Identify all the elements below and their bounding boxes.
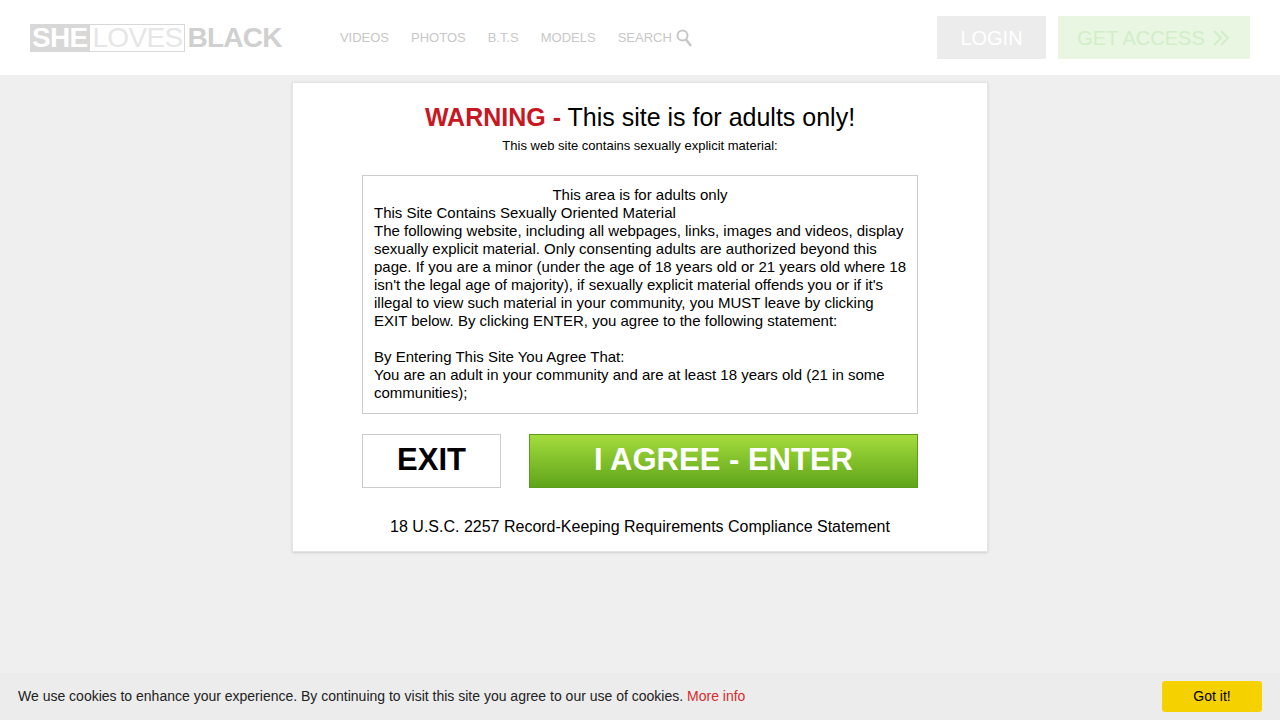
- nav-link[interactable]: PHOTOS: [411, 28, 466, 48]
- nav-link[interactable]: MODELS: [541, 28, 596, 48]
- terms-textarea[interactable]: This area is for adults onlyThis Site Co…: [362, 175, 918, 414]
- page: SHELOVESBLACK VIDEOS PHOTOS B.T.S MODELS SEAR…: [0, 0, 1280, 720]
- get-access-button[interactable]: GET ACCESS: [1058, 16, 1250, 59]
- cookie-accept-button[interactable]: Got it!: [1162, 681, 1262, 712]
- logo-loves: LOVES: [89, 24, 185, 52]
- login-button[interactable]: LOGIN: [937, 16, 1046, 59]
- search-icon[interactable]: [676, 29, 692, 47]
- logo[interactable]: SHELOVESBLACK: [30, 24, 284, 52]
- cookie-bar: We use cookies to enhance your experienc…: [0, 673, 1280, 720]
- age-warning-modal: WARNING - This site is for adults only! T…: [292, 82, 988, 552]
- compliance-link[interactable]: 18 U.S.C. 2257 Record-Keeping Requiremen…: [390, 515, 890, 539]
- double-chevron-icon: [1211, 29, 1231, 47]
- modal-subtitle: This web site contains sexually explicit…: [502, 136, 777, 156]
- logo-she: SHE: [30, 24, 89, 52]
- site-header: SHELOVESBLACK VIDEOS PHOTOS B.T.S MODELS SEAR…: [0, 0, 1280, 75]
- background-photo: WARNING - This site is for adults only! T…: [0, 75, 1280, 673]
- exit-button[interactable]: EXIT: [362, 434, 501, 488]
- main-nav: VIDEOS PHOTOS B.T.S MODELS SEARCH: [340, 28, 692, 48]
- nav-link[interactable]: VIDEOS: [340, 28, 389, 48]
- more-info-link[interactable]: More info: [687, 688, 745, 704]
- nav-link[interactable]: SEARCH: [618, 28, 672, 48]
- logo-black: BLACK: [185, 24, 284, 52]
- nav-link[interactable]: B.T.S: [488, 28, 519, 48]
- enter-button[interactable]: I AGREE - ENTER: [529, 434, 918, 488]
- modal-title: WARNING - This site is for adults only!: [425, 101, 855, 133]
- cookie-text: We use cookies to enhance your experienc…: [18, 686, 745, 707]
